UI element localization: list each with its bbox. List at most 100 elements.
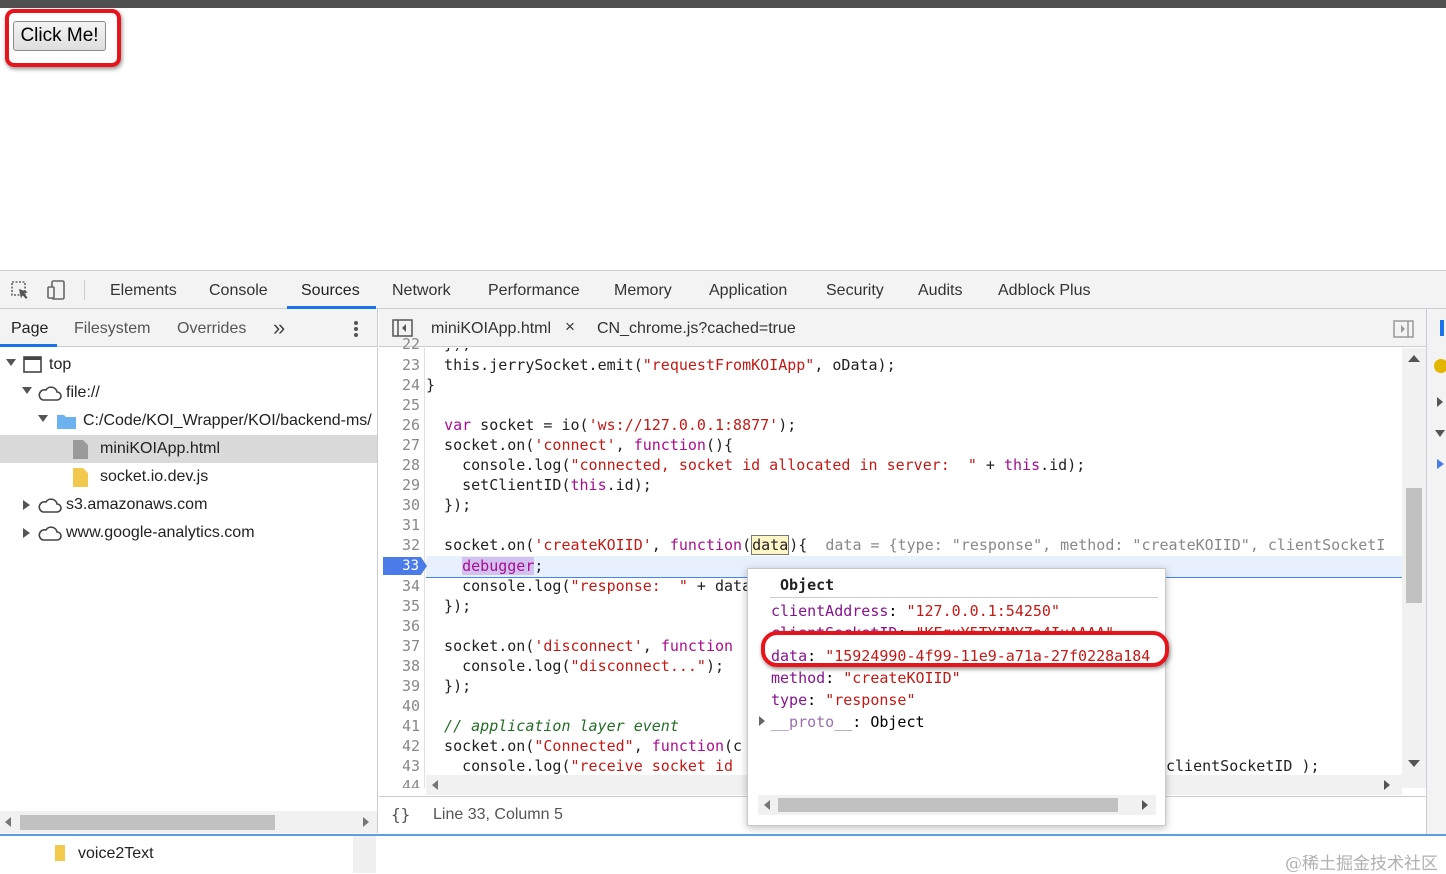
tree-item-socketio[interactable]: socket.io.dev.js [0, 463, 377, 491]
scrollbar-thumb[interactable] [20, 815, 275, 830]
splitter [353, 836, 376, 873]
pretty-print-icon[interactable]: {} [391, 805, 410, 824]
property-row[interactable]: clientAddress: "127.0.0.1:54250" [771, 601, 1060, 621]
line-number[interactable]: 39 [379, 676, 420, 696]
hovered-variable[interactable]: data [751, 535, 790, 555]
popover-horizontal-scrollbar[interactable] [758, 795, 1156, 815]
line-number[interactable]: 24 [379, 375, 420, 395]
tab-elements[interactable]: Elements [110, 282, 177, 300]
line-number[interactable]: 26 [379, 415, 420, 435]
kebab-menu-icon[interactable] [352, 320, 360, 338]
frame-icon [23, 356, 42, 373]
scroll-left-icon[interactable] [432, 780, 438, 790]
tab-adblock-plus[interactable]: Adblock Plus [998, 282, 1091, 300]
tree-item-label: socket.io.dev.js [100, 468, 209, 485]
line-number[interactable]: 31 [379, 515, 420, 535]
line-number[interactable]: 37 [379, 636, 420, 656]
tab-security[interactable]: Security [826, 282, 884, 300]
line-number[interactable]: 22 [379, 334, 420, 354]
cursor-position: Line 33, Column 5 [433, 806, 563, 823]
file-navigator-tree: top file:// C:/Code/KOI_Wrapper/KOI/back… [0, 348, 378, 818]
line-number[interactable]: 44 [379, 776, 420, 788]
expand-section-icon[interactable] [1437, 397, 1443, 407]
toggle-debugger-icon[interactable] [1393, 320, 1414, 338]
expand-proto-icon[interactable] [759, 716, 765, 726]
scroll-left-icon[interactable] [764, 800, 770, 810]
scrollbar-thumb[interactable] [1406, 488, 1422, 603]
tree-item-google-analytics[interactable]: www.google-analytics.com [0, 519, 377, 547]
code-line: this.jerrySocket.emit("requestFromKOIApp… [426, 356, 896, 374]
line-number[interactable]: 32 [379, 535, 420, 555]
scroll-up-icon[interactable] [1408, 355, 1420, 362]
property-row[interactable]: method: "createKOIID" [771, 668, 961, 688]
property-row[interactable]: data: "15924990-4f99-11e9-a71a-27f0228a1… [771, 646, 1150, 666]
tree-item-folder[interactable]: C:/Code/KOI_Wrapper/KOI/backend-ms/ [0, 407, 377, 435]
scroll-right-icon[interactable] [1384, 780, 1390, 790]
property-row[interactable]: clientSocketID: "KEguY5TYIMY7a4IuAAAA" [771, 623, 1114, 633]
scroll-right-icon[interactable] [1142, 800, 1148, 810]
tree-item-minikoiapp[interactable]: miniKOIApp.html [0, 435, 377, 463]
tab-overrides[interactable]: Overrides [177, 320, 246, 338]
click-me-button[interactable]: Click Me! [13, 21, 106, 51]
tree-item-file-origin[interactable]: file:// [0, 379, 377, 407]
more-tabs-icon[interactable]: » [273, 315, 285, 341]
watermark: @稀土掘金技术社区 [1285, 854, 1438, 874]
editor-tab-minikoiapp[interactable]: miniKOIApp.html [431, 320, 551, 338]
expand-arrow-icon[interactable] [23, 500, 30, 510]
tab-sources[interactable]: Sources [301, 282, 360, 300]
file-html-icon [73, 440, 88, 459]
inspect-element-icon[interactable] [10, 280, 30, 300]
expand-arrow-icon[interactable] [38, 415, 48, 422]
tab-audits[interactable]: Audits [918, 282, 962, 300]
scroll-left-icon[interactable] [5, 817, 11, 827]
collapse-section-icon[interactable] [1435, 430, 1445, 437]
folder-label[interactable]: voice2Text [78, 845, 154, 863]
scroll-down-icon[interactable] [1408, 760, 1420, 767]
property-row-proto[interactable]: __proto__: Object [771, 712, 925, 732]
editor-tab-cn-chrome[interactable]: CN_chrome.js?cached=true [597, 320, 796, 338]
close-tab-icon[interactable]: × [565, 317, 575, 337]
tab-network[interactable]: Network [392, 282, 451, 300]
tab-memory[interactable]: Memory [614, 282, 672, 300]
line-number[interactable]: 43 [379, 756, 420, 776]
line-number[interactable]: 40 [379, 696, 420, 716]
line-number[interactable]: 29 [379, 475, 420, 495]
line-number[interactable]: 35 [379, 596, 420, 616]
line-number[interactable]: 38 [379, 656, 420, 676]
code-line: }); [426, 496, 472, 514]
line-number[interactable]: 42 [379, 736, 420, 756]
line-number[interactable]: 27 [379, 435, 420, 455]
popover-title: Object [780, 576, 835, 594]
line-number[interactable]: 25 [379, 395, 420, 415]
tree-item-top[interactable]: top [0, 351, 377, 379]
line-number[interactable]: 36 [379, 616, 420, 636]
execution-breakpoint-marker[interactable]: 33 [383, 557, 427, 575]
tab-application[interactable]: Application [709, 282, 787, 300]
current-frame-icon [1437, 459, 1444, 469]
tab-filesystem[interactable]: Filesystem [74, 320, 150, 338]
line-number[interactable]: 28 [379, 455, 420, 475]
tab-console[interactable]: Console [209, 282, 268, 300]
pause-icon[interactable] [1440, 320, 1444, 336]
line-number[interactable]: 30 [379, 495, 420, 515]
file-js-icon [73, 468, 88, 487]
device-toolbar-icon[interactable] [47, 280, 67, 300]
expand-arrow-icon[interactable] [6, 359, 16, 366]
tab-performance[interactable]: Performance [488, 282, 580, 300]
expand-arrow-icon[interactable] [23, 528, 30, 538]
scrollbar-thumb[interactable] [778, 798, 1118, 812]
line-number[interactable]: 41 [379, 716, 420, 736]
line-number[interactable]: 23 [379, 355, 420, 375]
editor-vertical-scrollbar[interactable] [1402, 348, 1426, 788]
tab-page[interactable]: Page [11, 320, 48, 338]
info-icon[interactable] [1434, 359, 1446, 373]
property-row[interactable]: type: "response" [771, 690, 916, 710]
navigator-horizontal-scrollbar[interactable] [0, 811, 378, 833]
tree-item-s3[interactable]: s3.amazonaws.com [0, 491, 377, 519]
line-number[interactable]: 34 [379, 576, 420, 596]
bottom-strip: voice2Text @稀土掘金技术社区 [0, 834, 1446, 874]
scroll-right-icon[interactable] [363, 817, 369, 827]
expand-arrow-icon[interactable] [22, 387, 32, 394]
tree-item-label: file:// [66, 384, 100, 401]
tree-item-label: s3.amazonaws.com [66, 496, 208, 513]
